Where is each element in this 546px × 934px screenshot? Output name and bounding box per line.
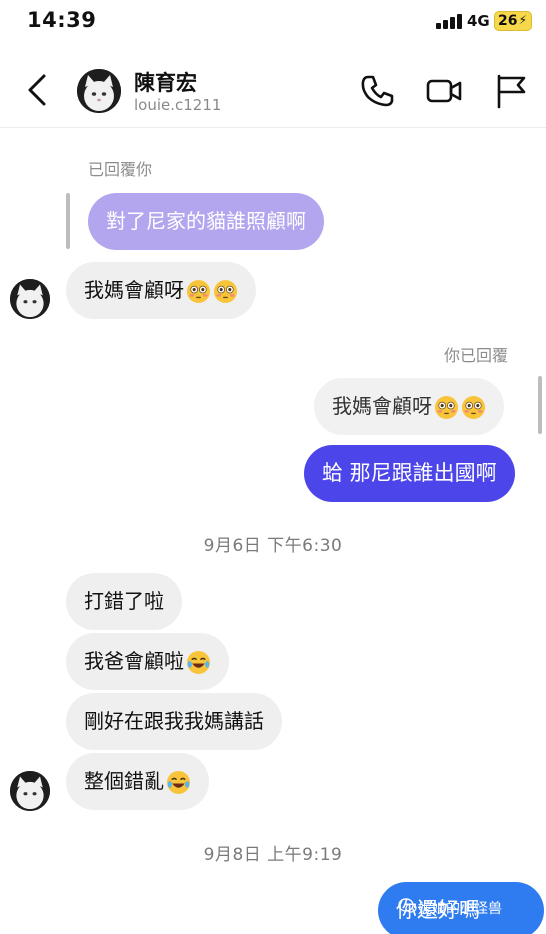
signal-icon — [436, 13, 462, 29]
quote-bar — [66, 193, 70, 249]
avatar[interactable] — [77, 69, 121, 113]
message-bubble[interactable]: 剛好在跟我我媽講話 — [66, 693, 282, 750]
message-bubble[interactable]: 我媽會顧呀 — [66, 262, 256, 319]
quoted-message[interactable]: 對了尼家的貓誰照顧啊 — [88, 193, 324, 250]
reply-label: 已回覆你 — [88, 160, 153, 179]
message-bubble[interactable]: 我爸會顧啦 — [66, 633, 229, 690]
chat-header: 陳育宏 louie.c1211 — [0, 52, 546, 128]
network-label: 4G — [467, 12, 490, 30]
flag-icon[interactable] — [493, 72, 531, 110]
message-bubble[interactable]: 整個錯亂 — [66, 753, 209, 810]
avatar[interactable] — [10, 771, 50, 811]
phone-icon[interactable] — [358, 72, 396, 110]
timestamp: 9月6日 下午6:30 — [203, 536, 343, 556]
message-text: 我爸會顧啦 — [84, 649, 184, 673]
message-bubble[interactable]: 蛤 那尼跟誰出國啊 — [304, 445, 515, 502]
tears-of-joy-emoji — [166, 770, 191, 795]
message-text: 我媽會顧呀 — [332, 394, 432, 418]
charging-icon: ⚡ — [518, 13, 527, 27]
tears-of-joy-emoji — [186, 650, 211, 675]
flushed-face-emoji — [186, 279, 211, 304]
wechat-logo-icon — [398, 898, 417, 913]
message-bubble[interactable]: 打錯了啦 — [66, 573, 182, 630]
battery-level: 26 — [498, 13, 518, 29]
quote-bar — [538, 376, 542, 434]
flushed-face-emoji — [213, 279, 238, 304]
reply-label: 你已回覆 — [444, 346, 509, 365]
flushed-face-emoji — [461, 395, 486, 420]
message-text: 我媽會顧呀 — [84, 278, 184, 302]
battery-icon: 26 ⚡ — [494, 11, 532, 31]
quoted-message[interactable]: 我媽會顧呀 — [314, 378, 504, 435]
flushed-face-emoji — [434, 395, 459, 420]
chevron-left-icon[interactable] — [22, 70, 54, 110]
message-text: 整個錯亂 — [84, 769, 164, 793]
status-time: 14:39 — [27, 8, 97, 32]
watermark: 妮娘的小怪兽 — [418, 901, 502, 917]
timestamp: 9月8日 上午9:19 — [203, 845, 343, 865]
contact-username[interactable]: louie.c1211 — [134, 96, 221, 114]
avatar[interactable] — [10, 279, 50, 319]
video-camera-icon[interactable] — [425, 72, 463, 110]
status-bar: 14:39 4G 26 ⚡ — [0, 0, 546, 44]
contact-name[interactable]: 陳育宏 — [134, 67, 197, 97]
